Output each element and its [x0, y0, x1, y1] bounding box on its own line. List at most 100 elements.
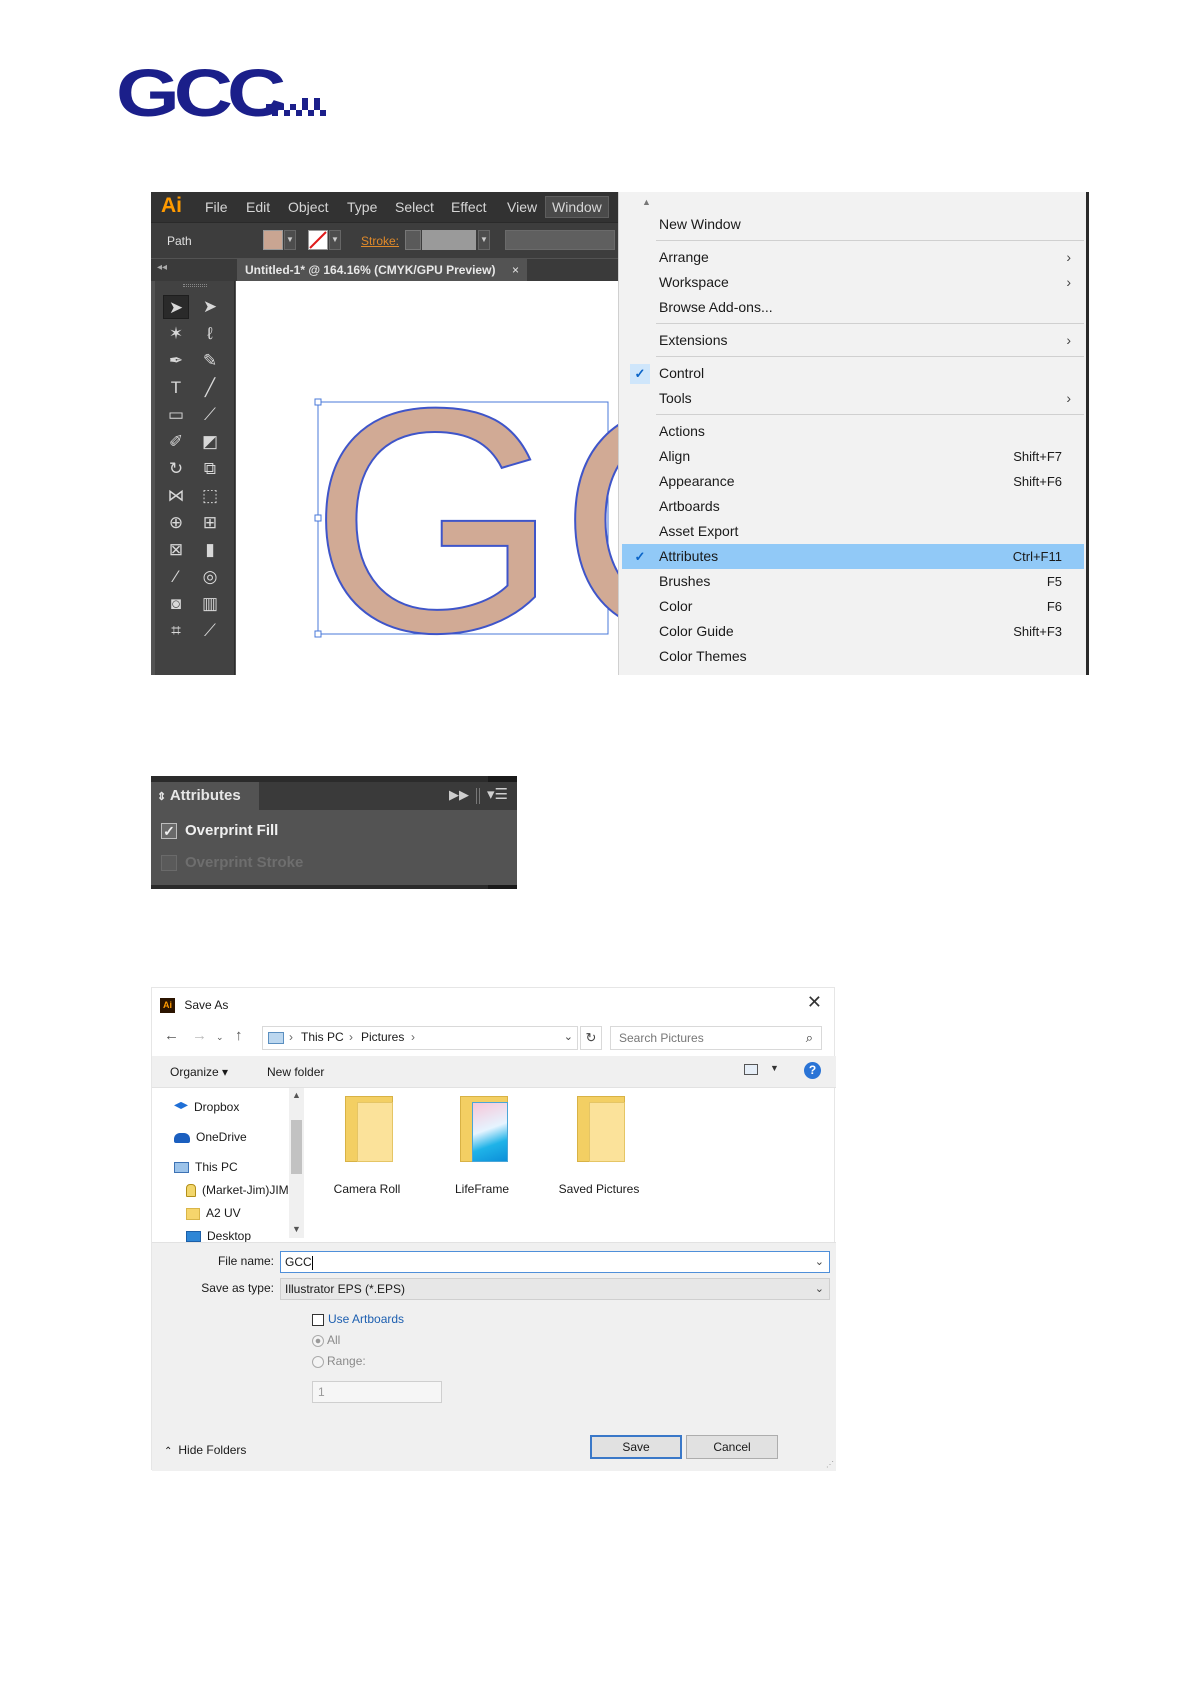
- shaper-tool-icon[interactable]: ✐: [163, 430, 189, 454]
- artboard-tool-icon[interactable]: ⌗: [163, 619, 189, 643]
- resize-grip-icon[interactable]: ⋰: [826, 1460, 834, 1469]
- selection-tool-icon[interactable]: ➤: [163, 295, 189, 319]
- cancel-button[interactable]: Cancel: [686, 1435, 778, 1459]
- paintbrush-tool-icon[interactable]: ⟋: [197, 403, 223, 427]
- view-dropdown-icon[interactable]: ▼: [770, 1063, 779, 1073]
- hide-folders-button[interactable]: ⌃ Hide Folders: [164, 1443, 246, 1457]
- file-name-dropdown-icon[interactable]: ⌄: [815, 1252, 824, 1272]
- stroke-dropdown[interactable]: ▼: [329, 230, 341, 250]
- close-tab-icon[interactable]: ×: [512, 259, 519, 281]
- scroll-down-icon[interactable]: ▼: [292, 1224, 301, 1234]
- attributes-tab[interactable]: ⇕ Attributes: [151, 782, 259, 810]
- mesh-tool-icon[interactable]: ⊠: [163, 538, 189, 562]
- save-as-type-select[interactable]: Illustrator EPS (*.EPS) ⌄: [280, 1278, 830, 1300]
- menu-file[interactable]: File: [205, 199, 228, 215]
- rectangle-tool-icon[interactable]: ▭: [163, 403, 189, 427]
- menu-item-extensions[interactable]: Extensions ›: [619, 328, 1087, 353]
- menu-item-workspace[interactable]: Workspace ›: [619, 270, 1087, 295]
- menu-item-attributes[interactable]: ✓ Attributes Ctrl+F11: [622, 544, 1084, 569]
- menu-item-artboards[interactable]: Artboards: [619, 494, 1087, 519]
- menu-object[interactable]: Object: [288, 199, 328, 215]
- gradient-tool-icon[interactable]: ▮: [197, 538, 223, 562]
- menu-item-color[interactable]: Color F6: [619, 594, 1087, 619]
- stroke-weight-field[interactable]: [422, 230, 476, 250]
- magic-wand-tool-icon[interactable]: ✶: [163, 322, 189, 346]
- fill-swatch[interactable]: [263, 230, 283, 250]
- curvature-tool-icon[interactable]: ✎: [197, 349, 223, 373]
- forward-arrow-icon[interactable]: →: [192, 1027, 207, 1044]
- use-artboards-checkbox[interactable]: Use Artboards: [312, 1310, 404, 1328]
- stroke-weight-dropdown[interactable]: ▼: [478, 230, 490, 250]
- artboard-canvas[interactable]: GC: [236, 281, 791, 675]
- eraser-tool-icon[interactable]: ◩: [197, 430, 223, 454]
- document-tab[interactable]: Untitled-1* @ 164.16% (CMYK/GPU Preview)…: [237, 259, 527, 281]
- blend-tool-icon[interactable]: ◎: [197, 565, 223, 589]
- up-arrow-icon[interactable]: ↑: [235, 1027, 243, 1044]
- stroke-label[interactable]: Stroke:: [361, 234, 399, 248]
- address-bar[interactable]: › This PC › Pictures › ⌄: [262, 1026, 578, 1050]
- collapse-panel-icon[interactable]: ◂◂: [157, 262, 167, 273]
- free-transform-tool-icon[interactable]: ⬚: [197, 484, 223, 508]
- nav-item-a2-uv[interactable]: A2 UV: [186, 1203, 241, 1223]
- panel-menu-icon[interactable]: ▾☰: [487, 785, 508, 803]
- scrollbar-thumb[interactable]: [291, 1120, 302, 1174]
- artwork[interactable]: GC: [236, 281, 791, 675]
- menu-item-appearance[interactable]: Appearance Shift+F6: [619, 469, 1087, 494]
- direct-selection-tool-icon[interactable]: ➤: [197, 295, 223, 319]
- rotate-tool-icon[interactable]: ↻: [163, 457, 189, 481]
- menu-item-actions[interactable]: Actions: [619, 419, 1087, 444]
- menu-item-new-window[interactable]: New Window: [619, 212, 1087, 237]
- eyedropper-tool-icon[interactable]: ⁄: [163, 565, 189, 589]
- line-tool-icon[interactable]: ╱: [197, 376, 223, 400]
- menu-edit[interactable]: Edit: [246, 199, 270, 215]
- tab-collapse-icon[interactable]: ⇕: [157, 791, 166, 803]
- panel-grip[interactable]: [183, 284, 207, 287]
- organize-button[interactable]: Organize ▾: [170, 1065, 228, 1079]
- folder-saved-pictures[interactable]: Saved Pictures: [549, 1096, 649, 1206]
- save-button[interactable]: Save: [590, 1435, 682, 1459]
- menu-item-browse-add-ons[interactable]: Browse Add-ons...: [619, 295, 1087, 320]
- type-tool-icon[interactable]: T: [163, 376, 189, 400]
- menu-select[interactable]: Select: [395, 199, 434, 215]
- stroke-weight-stepper[interactable]: [405, 230, 421, 250]
- save-as-type-dropdown-icon[interactable]: ⌄: [815, 1279, 824, 1299]
- refresh-icon[interactable]: ↻: [580, 1026, 602, 1050]
- address-dropdown-icon[interactable]: ⌄: [564, 1030, 573, 1043]
- menu-window[interactable]: Window: [545, 196, 609, 218]
- menu-item-brushes[interactable]: Brushes F5: [619, 569, 1087, 594]
- menu-type[interactable]: Type: [347, 199, 377, 215]
- folder-lifeframe[interactable]: LifeFrame: [432, 1096, 532, 1206]
- new-folder-button[interactable]: New folder: [267, 1065, 324, 1079]
- lasso-tool-icon[interactable]: ℓ: [197, 322, 223, 346]
- menu-view[interactable]: View: [507, 199, 537, 215]
- perspective-grid-tool-icon[interactable]: ⊞: [197, 511, 223, 535]
- close-icon[interactable]: ✕: [807, 992, 822, 1013]
- nav-item-onedrive[interactable]: OneDrive: [174, 1127, 247, 1147]
- menu-item-color-guide[interactable]: Color Guide Shift+F3: [619, 619, 1087, 644]
- symbol-sprayer-tool-icon[interactable]: ◙: [163, 592, 189, 616]
- menu-item-asset-export[interactable]: Asset Export: [619, 519, 1087, 544]
- menu-item-color-themes[interactable]: Color Themes: [619, 644, 1087, 669]
- menu-effect[interactable]: Effect: [451, 199, 487, 215]
- change-view-icon[interactable]: [744, 1064, 758, 1075]
- back-arrow-icon[interactable]: ←: [164, 1027, 179, 1044]
- menu-item-tools[interactable]: Tools ›: [619, 386, 1087, 411]
- breadcrumb-this-pc[interactable]: This PC: [301, 1030, 344, 1044]
- menu-item-control[interactable]: ✓ Control: [619, 361, 1087, 386]
- fill-dropdown[interactable]: ▼: [284, 230, 296, 250]
- folder-camera-roll[interactable]: Camera Roll: [317, 1096, 417, 1206]
- nav-item-user-folder[interactable]: (Market-Jim)JIM: [186, 1180, 289, 1200]
- recent-locations-chevron-icon[interactable]: ⌄: [216, 1032, 224, 1043]
- pen-tool-icon[interactable]: ✒: [163, 349, 189, 373]
- graph-tool-icon[interactable]: ▥: [197, 592, 223, 616]
- nav-item-this-pc[interactable]: This PC: [174, 1157, 238, 1177]
- scale-tool-icon[interactable]: ⧉: [197, 457, 223, 481]
- help-icon[interactable]: ?: [804, 1062, 821, 1079]
- expand-panel-icon[interactable]: ▶▶: [449, 787, 469, 803]
- menu-item-arrange[interactable]: Arrange ›: [619, 245, 1087, 270]
- menu-item-align[interactable]: Align Shift+F7: [619, 444, 1087, 469]
- search-input[interactable]: Search Pictures ⌕: [610, 1026, 822, 1050]
- scroll-up-icon[interactable]: ▲: [642, 197, 651, 207]
- slice-tool-icon[interactable]: ⟋: [197, 619, 223, 643]
- shape-builder-tool-icon[interactable]: ⊕: [163, 511, 189, 535]
